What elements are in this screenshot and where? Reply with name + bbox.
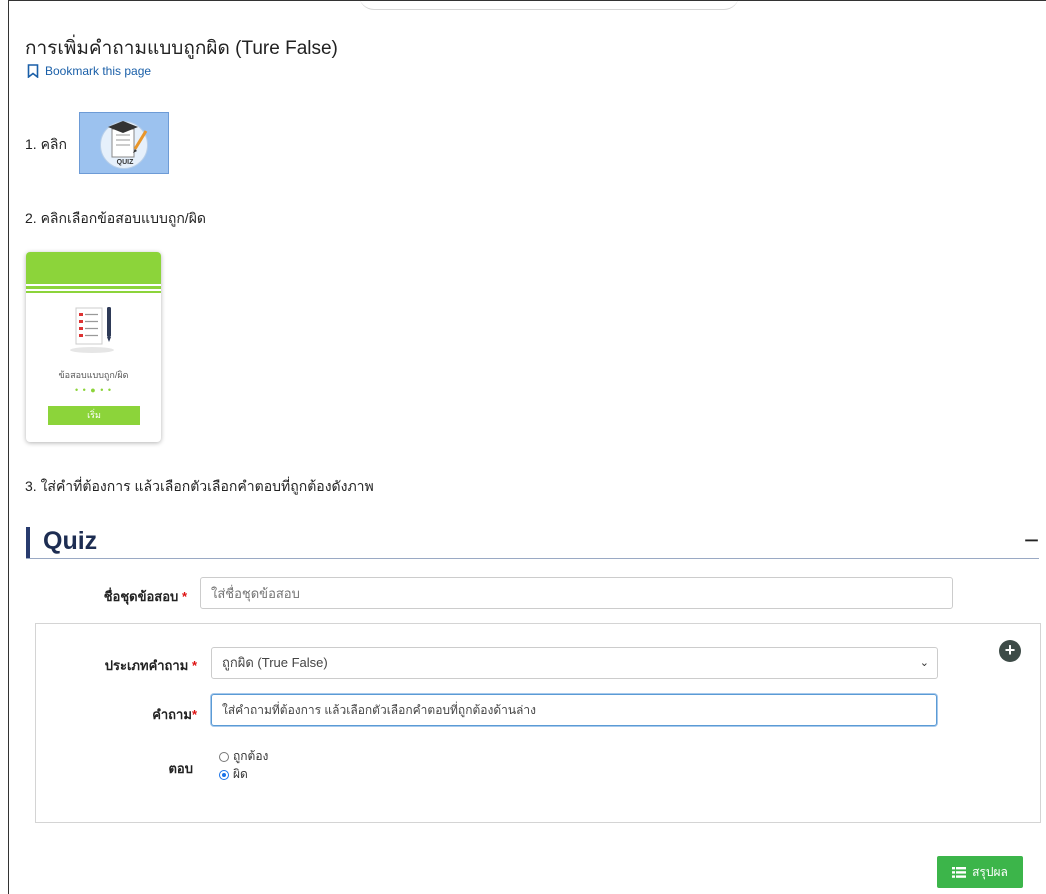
- checklist-icon: [70, 307, 114, 353]
- question-input[interactable]: ใส่คำถามที่ต้องการ แล้วเลือกตัวเลือกคำตอ…: [211, 694, 937, 726]
- page-title: การเพิ่มคำถามแบบถูกผิด (Ture False): [25, 38, 338, 59]
- card-header-band: [26, 252, 161, 284]
- card-dots: • • ● • •: [74, 385, 113, 395]
- question-type-value: ถูกผิด (True False): [222, 655, 328, 670]
- quiz-section-title: Quiz: [43, 527, 98, 555]
- quiz-icon-button[interactable]: QUIZ: [79, 112, 169, 174]
- bookmark-link[interactable]: Bookmark this page: [27, 64, 151, 78]
- required-marker: *: [181, 589, 187, 604]
- summary-button-label: สรุปผล: [972, 864, 1008, 879]
- step-3-text: 3. ใส่คำที่ต้องการ แล้วเลือกตัวเลือกคำตอ…: [25, 478, 374, 494]
- set-name-label: ชื่อชุดข้อสอบ *: [79, 586, 187, 607]
- chevron-down-icon: ⌄: [919, 657, 929, 669]
- summary-button[interactable]: สรุปผล: [937, 856, 1023, 888]
- card-start-button[interactable]: เริ่ม: [48, 406, 140, 425]
- card-divider: [26, 286, 161, 289]
- true-false-exam-card[interactable]: ข้อสอบแบบถูก/ผิด • • ● • • เริ่ม: [26, 252, 161, 442]
- minus-icon[interactable]: −: [1024, 525, 1039, 556]
- step-1-text: 1. คลิก: [25, 136, 67, 152]
- required-marker: *: [191, 707, 197, 722]
- question-type-label-text: ประเภทคำถาม: [104, 658, 189, 673]
- set-name-input[interactable]: [200, 577, 953, 609]
- answer-option-false[interactable]: ผิด: [219, 765, 248, 784]
- question-type-select[interactable]: ถูกผิด (True False) ⌄: [211, 647, 938, 679]
- question-type-label: ประเภทคำถาม *: [69, 655, 197, 676]
- list-icon: [952, 866, 967, 878]
- answer-label: ตอบ: [168, 761, 193, 776]
- card-label: ข้อสอบแบบถูก/ผิด: [58, 370, 129, 380]
- question-label-text: คำถาม: [152, 707, 192, 722]
- bookmark-icon: [27, 64, 39, 78]
- card-divider: [26, 291, 161, 293]
- radio-false[interactable]: [219, 769, 229, 780]
- quiz-icon-text: QUIZ: [116, 159, 134, 166]
- question-label: คำถาม*: [109, 704, 197, 725]
- content-frame: การเพิ่มคำถามแบบถูกผิด (Ture False) Book…: [8, 0, 1046, 894]
- required-marker: *: [191, 658, 197, 673]
- header-decoration: [359, 1, 739, 10]
- answer-option-label: ผิด: [233, 767, 248, 781]
- plus-icon[interactable]: +: [999, 640, 1021, 662]
- step-2-text: 2. คลิกเลือกข้อสอบแบบถูก/ผิด: [25, 210, 206, 226]
- set-name-label-text: ชื่อชุดข้อสอบ: [103, 589, 179, 604]
- quiz-section-header: Quiz −: [26, 525, 1039, 559]
- answer-option-true[interactable]: ถูกต้อง: [219, 747, 268, 766]
- radio-true[interactable]: [219, 751, 229, 762]
- question-input-value: ใส่คำถามที่ต้องการ แล้วเลือกตัวเลือกคำตอ…: [222, 703, 536, 717]
- quiz-header-accent-bar: [26, 527, 30, 558]
- answer-option-label: ถูกต้อง: [233, 749, 269, 763]
- bookmark-label: Bookmark this page: [45, 64, 152, 78]
